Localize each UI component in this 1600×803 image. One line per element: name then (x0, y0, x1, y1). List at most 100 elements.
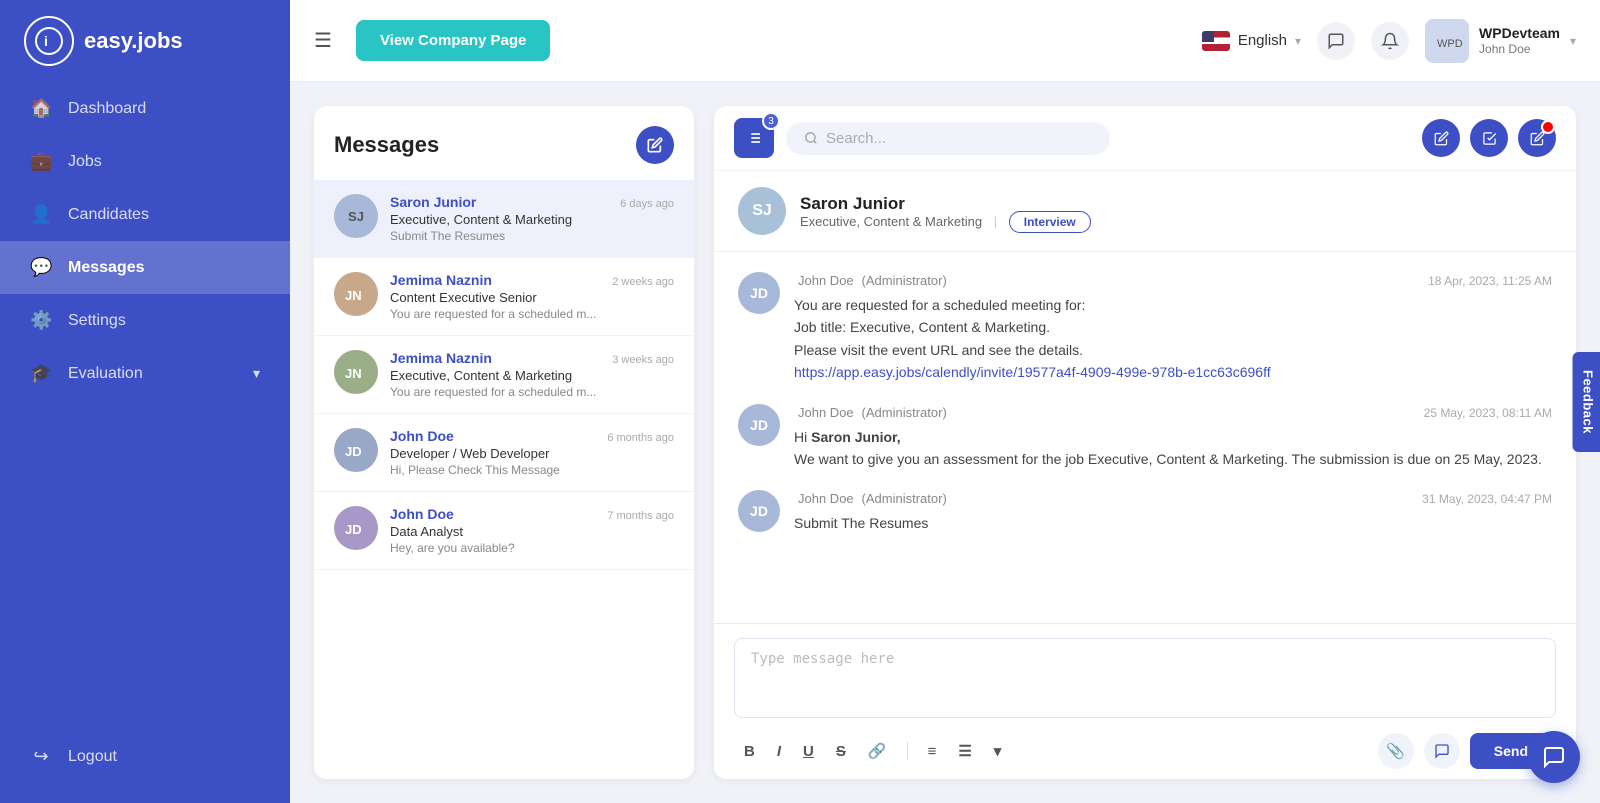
sidebar-item-settings[interactable]: ⚙️ Settings (0, 294, 290, 347)
lang-chevron-icon: ▾ (1295, 34, 1301, 48)
sidebar-item-label: Evaluation (68, 365, 143, 383)
strikethrough-button[interactable]: S (830, 739, 852, 764)
svg-text:JN: JN (345, 366, 362, 381)
send-message-icon-btn[interactable] (1424, 733, 1460, 769)
svg-text:i: i (44, 33, 48, 49)
language-label: English (1238, 32, 1287, 49)
toolbar-separator (907, 742, 908, 760)
underline-button[interactable]: U (797, 739, 820, 764)
company-name: WPDevteam (1479, 24, 1560, 42)
list-item[interactable]: JN Jemima Naznin 3 weeks ago Executive, … (314, 336, 694, 414)
logo: i easy.jobs (0, 0, 290, 82)
compose-button[interactable] (636, 126, 674, 164)
meeting-link[interactable]: https://app.easy.jobs/calendly/invite/19… (794, 364, 1271, 380)
chat-action-buttons (1422, 119, 1556, 157)
unordered-list-button[interactable]: ≡ (922, 739, 943, 764)
status-badge: Interview (1009, 211, 1091, 233)
message-items-list: SJ Saron Junior 6 days ago Executive, Co… (314, 180, 694, 779)
message-preview: Hi, Please Check This Message (390, 463, 674, 477)
ordered-list-button[interactable]: ☰ (952, 738, 977, 764)
link-button[interactable]: 🔗 (862, 738, 893, 764)
main-content: ☰ View Company Page English ▾ WPD (290, 0, 1600, 803)
search-icon (804, 131, 818, 145)
list-item[interactable]: JN Jemima Naznin 2 weeks ago Content Exe… (314, 258, 694, 336)
sidebar-item-dashboard[interactable]: 🏠 Dashboard (0, 82, 290, 135)
italic-button[interactable]: I (771, 739, 787, 764)
chat-panel: 3 (714, 106, 1576, 779)
sender-name: Jemima Naznin (390, 350, 492, 366)
list-item[interactable]: SJ Saron Junior 6 days ago Executive, Co… (314, 180, 694, 258)
sidebar-item-evaluation[interactable]: 🎓 Evaluation ▾ (0, 347, 290, 400)
message-sender: John Doe (Administrator) (794, 490, 947, 506)
bell-icon-btn[interactable] (1371, 22, 1409, 60)
sidebar-item-label: Messages (68, 259, 145, 277)
sidebar-item-jobs[interactable]: 💼 Jobs (0, 135, 290, 188)
svg-text:JD: JD (345, 444, 362, 459)
contact-info: Saron Junior Executive, Content & Market… (800, 194, 1552, 229)
message-sender: John Doe (Administrator) (794, 272, 947, 288)
message-preview: Hey, are you available? (390, 541, 674, 555)
sidebar-item-label: Candidates (68, 206, 149, 224)
message-content: Saron Junior 6 days ago Executive, Conte… (390, 194, 674, 243)
message-text: You are requested for a scheduled meetin… (794, 294, 1552, 384)
messages-header: Messages (314, 106, 694, 180)
edit-icon-btn[interactable] (1422, 119, 1460, 157)
chat-contact-header: SJ Saron Junior Executive, Content & Mar… (714, 171, 1576, 252)
list-indent-button[interactable]: ▾ (988, 738, 1008, 764)
user-chevron-icon: ▾ (1570, 34, 1576, 48)
sidebar-item-label: Dashboard (68, 100, 146, 118)
message-time: 7 months ago (607, 510, 674, 522)
message-preview: You are requested for a scheduled m... (390, 385, 674, 399)
sidebar-item-logout[interactable]: ↪ Logout (0, 730, 290, 783)
sender-name: Jemima Naznin (390, 272, 492, 288)
avatar: JN (334, 272, 378, 316)
checklist-icon-btn[interactable] (1470, 119, 1508, 157)
sidebar-item-messages[interactable]: 💬 Messages (0, 241, 290, 294)
hamburger-icon[interactable]: ☰ (314, 28, 332, 53)
list-item[interactable]: JD John Doe 7 months ago Data Analyst He… (314, 492, 694, 570)
chat-bubble-button[interactable] (1528, 731, 1580, 783)
avatar: JD (738, 272, 780, 314)
table-row: JD John Doe (Administrator) 31 May, 2023… (738, 490, 1552, 534)
message-sender: John Doe (Administrator) (794, 404, 947, 420)
sender-role: Content Executive Senior (390, 290, 674, 305)
language-selector[interactable]: English ▾ (1202, 31, 1301, 51)
sender-role: Developer / Web Developer (390, 446, 674, 461)
message-preview: You are requested for a scheduled m... (390, 307, 674, 321)
jobs-icon: 💼 (30, 151, 52, 172)
sender-role-label: (Administrator) (862, 273, 947, 288)
avatar: JD (334, 506, 378, 550)
sidebar-item-label: Jobs (68, 153, 102, 171)
attachment-icon-btn[interactable]: 📎 (1378, 733, 1414, 769)
sender-role-label: (Administrator) (862, 491, 947, 506)
sender-role: Data Analyst (390, 524, 674, 539)
notification-icon-btn[interactable] (1518, 119, 1556, 157)
filter-button[interactable]: 3 (734, 118, 774, 158)
message-text: Hi Saron Junior, We want to give you an … (794, 426, 1552, 471)
avatar: JD (738, 490, 780, 532)
bold-button[interactable]: B (738, 739, 761, 764)
topbar: ☰ View Company Page English ▾ WPD (290, 0, 1600, 82)
home-icon: 🏠 (30, 98, 52, 119)
message-time: 2 weeks ago (612, 276, 674, 288)
chat-messages-area: JD John Doe (Administrator) 18 Apr, 2023… (714, 252, 1576, 623)
table-row: JD John Doe (Administrator) 25 May, 2023… (738, 404, 1552, 471)
search-bar (786, 122, 1110, 155)
sidebar-item-candidates[interactable]: 👤 Candidates (0, 188, 290, 241)
message-input[interactable] (734, 638, 1556, 718)
feedback-tab[interactable]: Feedback (1573, 352, 1600, 452)
table-row: JD John Doe (Administrator) 18 Apr, 2023… (738, 272, 1552, 384)
list-item[interactable]: JD John Doe 6 months ago Developer / Web… (314, 414, 694, 492)
user-profile[interactable]: WPD WPDevteam John Doe ▾ (1425, 19, 1576, 63)
sidebar: i easy.jobs 🏠 Dashboard 💼 Jobs 👤 Candida… (0, 0, 290, 803)
user-name: John Doe (1479, 42, 1560, 58)
sender-name: Saron Junior (390, 194, 476, 210)
search-input[interactable] (826, 130, 1092, 147)
message-body: John Doe (Administrator) 18 Apr, 2023, 1… (794, 272, 1552, 384)
svg-text:JD: JD (345, 522, 362, 537)
sidebar-item-label: Settings (68, 312, 126, 330)
company-page-button[interactable]: View Company Page (356, 20, 550, 61)
chat-icon-btn[interactable] (1317, 22, 1355, 60)
logout-icon: ↪ (30, 746, 52, 767)
sender-name: John Doe (390, 428, 454, 444)
